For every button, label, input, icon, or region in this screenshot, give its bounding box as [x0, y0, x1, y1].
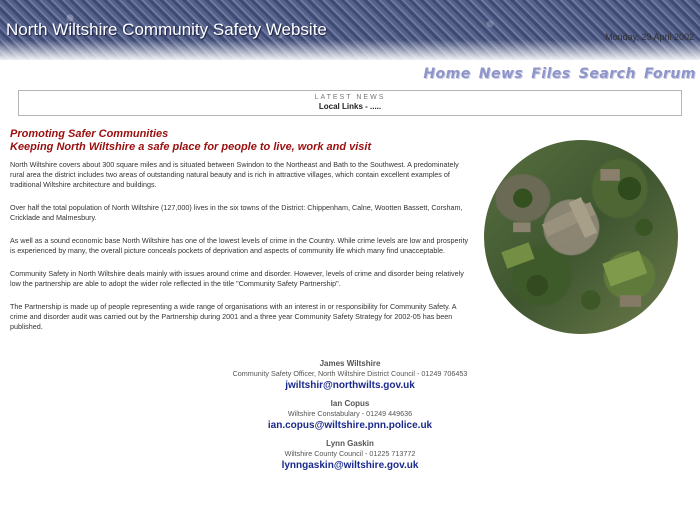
contact-name: Lynn Gaskin [326, 439, 374, 448]
nav-files-link[interactable]: Files [531, 66, 571, 82]
local-links-link[interactable]: Local Links - ..... [19, 102, 681, 111]
paragraph: The Partnership is made up of people rep… [10, 302, 457, 331]
contact-name: Ian Copus [330, 399, 370, 408]
aerial-photo-art [501, 169, 653, 310]
contact-email-link[interactable]: jwiltshir@northwilts.gov.uk [180, 379, 520, 392]
intro-heading: Promoting Safer Communities Keeping Nort… [10, 128, 371, 154]
body-text: North Wiltshire covers about 300 square … [10, 160, 470, 345]
contacts-section: James Wiltshire Community Safety Officer… [180, 358, 520, 478]
contact-role: Wiltshire Constabulary - 01249 449636 [287, 409, 413, 418]
heading-line-2: Keeping North Wiltshire a safe place for… [10, 141, 372, 153]
date-display: Monday, 29 April 2002 [605, 32, 694, 42]
latest-news-box: LATEST NEWS Local Links - ..... [18, 90, 682, 116]
nav-home-link[interactable]: Home [423, 66, 470, 82]
latest-news-title: LATEST NEWS [314, 94, 386, 101]
aerial-village-photo [484, 140, 678, 334]
banner-fade [0, 40, 700, 62]
site-title: North Wiltshire Community Safety Website [6, 20, 327, 39]
nav-news-link[interactable]: News [479, 66, 523, 82]
contact-card: Ian Copus Wiltshire Constabulary - 01249… [180, 398, 520, 432]
contact-card: Lynn Gaskin Wiltshire County Council - 0… [180, 438, 520, 472]
paragraph: Over half the total population of North … [10, 203, 463, 222]
contact-role: Wiltshire County Council - 01225 713772 [284, 449, 416, 458]
main-nav: Home News Files Search Forum [423, 66, 696, 82]
contact-email-link[interactable]: lynngaskin@wiltshire.gov.uk [180, 459, 520, 472]
nav-forum-link[interactable]: Forum [644, 66, 696, 82]
contact-role: Community Safety Officer, North Wiltshir… [232, 369, 468, 378]
paragraph: North Wiltshire covers about 300 square … [10, 160, 459, 189]
contact-name: James Wiltshire [319, 359, 381, 368]
paragraph: As well as a sound economic base North W… [10, 236, 469, 255]
paragraph: Community Safety in North Wiltshire deal… [10, 269, 464, 288]
heading-line-1: Promoting Safer Communities [10, 128, 169, 140]
contact-email-link[interactable]: ian.copus@wiltshire.pnn.police.uk [180, 419, 520, 432]
contact-card: James Wiltshire Community Safety Officer… [180, 358, 520, 392]
nav-search-link[interactable]: Search [579, 66, 636, 82]
